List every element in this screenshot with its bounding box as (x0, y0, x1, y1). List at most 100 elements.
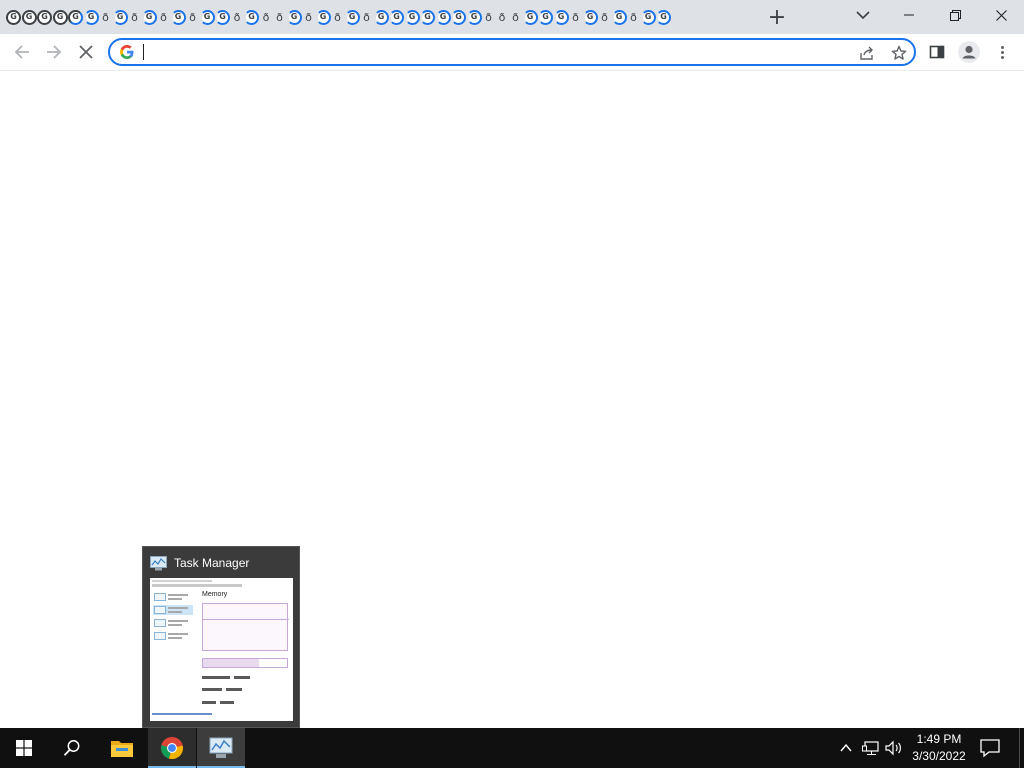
stop-loading-button[interactable] (71, 37, 101, 67)
tab-favicon-icon[interactable]: ð (273, 10, 286, 25)
tab-favicon-icon[interactable]: G (466, 9, 482, 25)
file-explorer-button[interactable] (98, 728, 146, 768)
tab-favicon-icon[interactable]: G (21, 9, 37, 25)
url-input[interactable] (142, 42, 842, 62)
tab-favicon-icon[interactable]: ð (186, 10, 199, 25)
show-desktop-button[interactable] (1019, 728, 1024, 768)
restore-button[interactable] (932, 0, 978, 30)
share-button[interactable] (857, 43, 877, 63)
task-manager-taskbar-button[interactable] (197, 728, 245, 768)
tab-favicon-icon[interactable]: ð (482, 10, 495, 25)
tab-favicon-icon[interactable]: ð (231, 10, 244, 25)
close-window-button[interactable] (978, 0, 1024, 30)
tab-favicon-icon[interactable]: G (83, 9, 99, 25)
google-g-icon (120, 45, 134, 59)
side-panel-button[interactable] (926, 41, 948, 63)
tab-favicon-icon[interactable]: G (315, 9, 331, 25)
tab-favicon-icon[interactable]: ð (509, 10, 522, 25)
minimize-button[interactable] (886, 0, 932, 30)
volume-icon[interactable] (885, 740, 903, 756)
close-icon (995, 9, 1007, 21)
chrome-taskbar-button[interactable] (148, 728, 196, 768)
tab-favicon-icon[interactable]: G (582, 9, 598, 25)
preview-thumbnail: Memory (150, 578, 293, 721)
tab-favicon-icon[interactable]: ð (128, 10, 141, 25)
tm-stat (226, 688, 242, 691)
tab-favicon-icon[interactable]: G (611, 9, 627, 25)
tm-side-item (153, 605, 193, 615)
windows-taskbar: 1:49 PM 3/30/2022 (0, 728, 1024, 768)
new-tab-button[interactable]: + (765, 5, 789, 30)
tm-memory-composition (202, 658, 288, 668)
tab-favicon-icon[interactable]: ð (627, 10, 640, 25)
tab-favicon-icon[interactable]: G (373, 9, 389, 25)
tab-favicon-icon[interactable]: G (389, 9, 404, 25)
tab-favicon-icon[interactable]: ð (360, 10, 373, 25)
tab-search-icon (856, 11, 870, 20)
tab-favicon-icon[interactable]: G (522, 9, 538, 25)
taskbar-search-button[interactable] (48, 728, 96, 768)
tm-side-item (153, 631, 193, 641)
tab-favicon-icon[interactable]: G (640, 9, 656, 25)
tray-chevron-icon[interactable] (838, 740, 854, 756)
tab-favicon-icon[interactable]: ð (569, 10, 582, 25)
tab-search-button[interactable] (853, 5, 873, 25)
tm-footer (152, 713, 212, 715)
back-arrow-icon (14, 45, 29, 59)
tab-favicon-icon[interactable]: G (451, 9, 466, 25)
side-panel-icon (929, 45, 945, 59)
tab-favicon-icon[interactable]: G (404, 9, 420, 25)
file-explorer-icon (111, 741, 133, 757)
tm-side-item (153, 618, 193, 628)
tab-favicon-icon[interactable]: G (286, 9, 302, 25)
taskbar-thumbnail-preview[interactable]: Task Manager Memory (142, 546, 300, 728)
minimize-icon (904, 14, 914, 16)
system-clock[interactable]: 1:49 PM 3/30/2022 (906, 731, 972, 765)
bookmark-star-button[interactable] (889, 43, 909, 63)
profile-icon (962, 45, 976, 59)
tm-stat (202, 688, 222, 691)
kebab-menu-button[interactable] (992, 41, 1012, 63)
browser-toolbar (0, 34, 1024, 71)
tab-strip: GGGGGGðGðGðGðGGðGððGðGðGðGGGGGGGðððGGGðG… (0, 0, 1024, 34)
tab-favicon-icon[interactable]: ð (302, 10, 315, 25)
tab-favicon-icon[interactable]: G (6, 9, 21, 25)
tab-favicon-icon[interactable]: ð (331, 10, 344, 25)
network-icon[interactable] (862, 740, 880, 756)
tab-favicon-icon[interactable]: ð (598, 10, 611, 25)
tab-favicon-icon[interactable]: ð (157, 10, 170, 25)
tab-favicon-icon[interactable]: G (420, 9, 435, 25)
profile-button[interactable] (958, 41, 980, 63)
tab-favicon-icon[interactable]: G (199, 9, 215, 25)
address-bar[interactable] (108, 38, 916, 66)
tab-favicon-icon[interactable]: G (244, 9, 259, 25)
tm-heading: Memory (202, 591, 228, 598)
tab-favicon-icon[interactable]: G (538, 9, 553, 25)
tab-favicon-icon[interactable]: ð (496, 10, 509, 25)
text-caret (143, 44, 144, 60)
share-icon (860, 46, 873, 60)
back-button[interactable] (7, 37, 37, 67)
tab-favicon-icon[interactable]: G (37, 9, 52, 25)
tab-favicon-icon[interactable]: G (68, 9, 83, 25)
tab-favicon-icon[interactable]: G (656, 9, 671, 25)
tab-favicon-icon[interactable]: G (553, 9, 569, 25)
forward-button[interactable] (39, 37, 69, 67)
tab-favicon-icon[interactable]: G (52, 9, 68, 25)
tm-stat (220, 701, 234, 704)
kebab-menu-icon (1000, 50, 1004, 54)
chrome-icon (161, 737, 183, 760)
tab-favicon-icon[interactable]: ð (260, 10, 273, 25)
tab-favicon-icon[interactable]: G (344, 9, 360, 25)
tm-stat (234, 676, 250, 679)
clock-date: 3/30/2022 (912, 749, 966, 763)
tab-favicon-icon[interactable]: G (141, 9, 157, 25)
tab-list: GGGGGGðGðGðGðGGðGððGðGðGðGGGGGGGðððGGGðG… (6, 6, 732, 28)
start-button[interactable] (0, 728, 48, 768)
tab-favicon-icon[interactable]: G (112, 9, 128, 25)
notification-icon[interactable] (978, 738, 1002, 758)
tab-favicon-icon[interactable]: ð (99, 10, 112, 25)
tab-favicon-icon[interactable]: G (215, 9, 230, 25)
tab-favicon-icon[interactable]: G (170, 9, 186, 25)
tab-favicon-icon[interactable]: G (435, 9, 451, 25)
